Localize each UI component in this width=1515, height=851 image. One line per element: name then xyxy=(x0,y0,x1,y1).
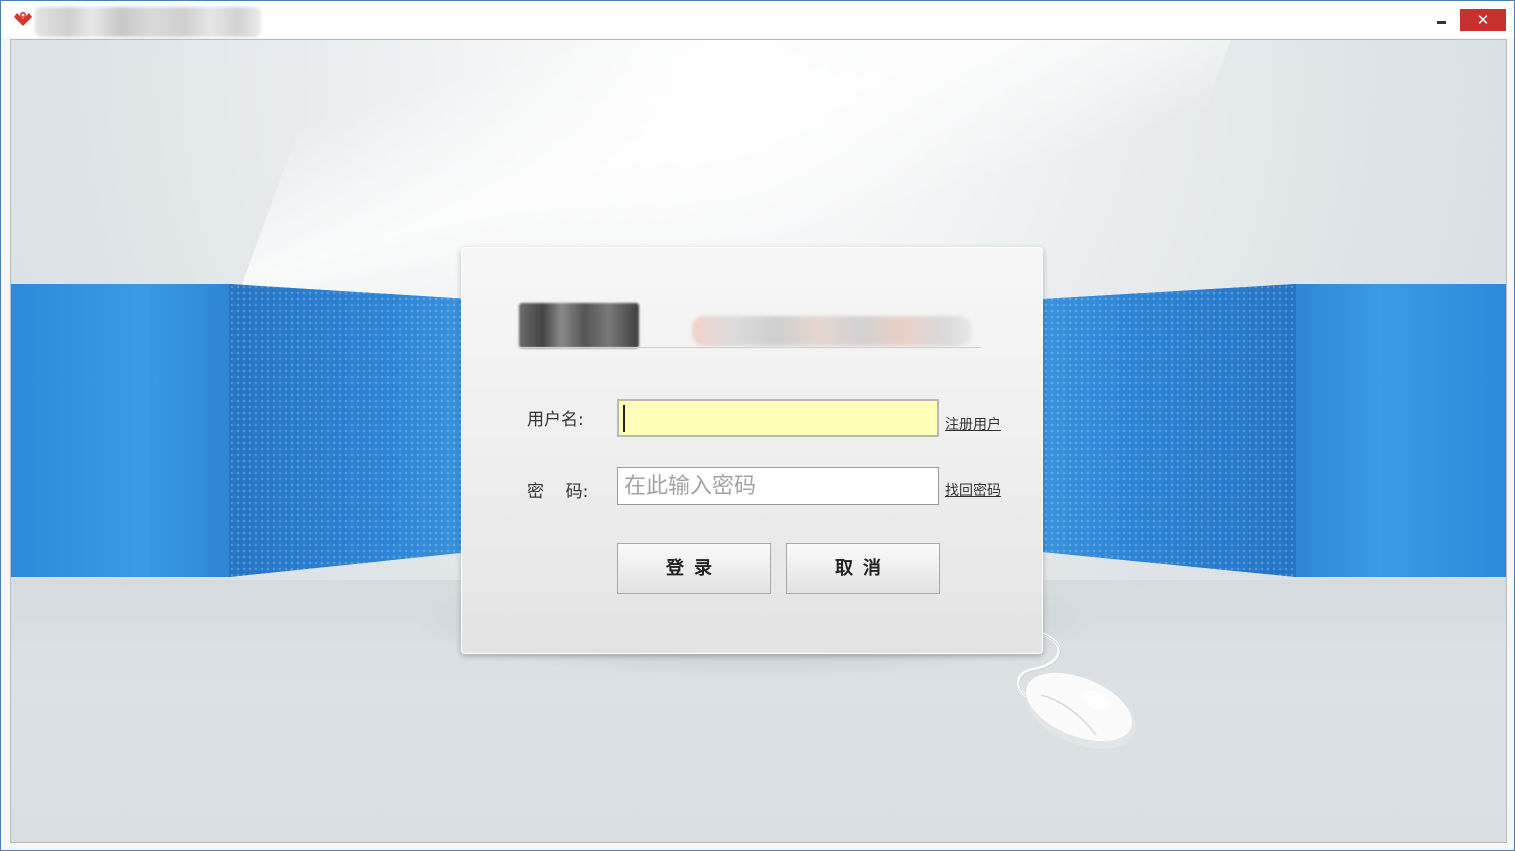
login-button[interactable]: 登录 xyxy=(617,543,771,594)
left-wall-decoration xyxy=(11,284,229,577)
title-bar[interactable]: ✕ xyxy=(1,1,1514,38)
password-input[interactable] xyxy=(617,467,939,505)
brand-divider xyxy=(519,347,981,348)
right-panel-decoration xyxy=(1043,284,1296,577)
login-card: 用户名: 注册用户 密 码: 找回密码 登录 取消 xyxy=(461,247,1043,654)
username-input[interactable] xyxy=(617,399,939,437)
app-logo-icon xyxy=(14,11,32,26)
left-panel-decoration xyxy=(229,284,469,577)
brand-logo-redacted xyxy=(519,303,639,348)
recover-password-link[interactable]: 找回密码 xyxy=(945,480,1001,500)
cancel-button[interactable]: 取消 xyxy=(786,543,940,594)
username-label: 用户名: xyxy=(527,410,584,430)
right-wall-decoration xyxy=(1296,284,1506,577)
login-window: ✕ 用户名: 注册用户 密 码: 找回密码 登录 取消 xyxy=(0,0,1515,851)
minimize-icon xyxy=(1437,21,1446,24)
register-user-link[interactable]: 注册用户 xyxy=(945,414,1001,434)
minimize-button[interactable] xyxy=(1429,9,1453,31)
close-button[interactable]: ✕ xyxy=(1460,9,1506,31)
brand-name-redacted xyxy=(692,316,972,346)
window-title-redacted xyxy=(35,7,261,37)
login-background: 用户名: 注册用户 密 码: 找回密码 登录 取消 xyxy=(10,39,1507,843)
text-caret xyxy=(623,405,625,432)
password-label: 密 码: xyxy=(527,482,589,502)
